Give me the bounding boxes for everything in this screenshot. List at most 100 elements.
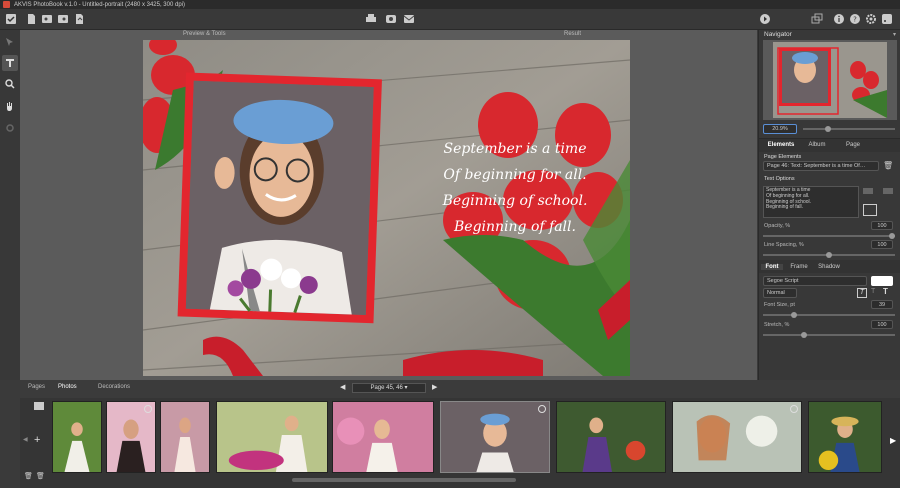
zoom-tool-icon[interactable] bbox=[2, 76, 18, 92]
open-icon[interactable] bbox=[40, 12, 54, 26]
photo-thumb-8[interactable] bbox=[672, 401, 802, 473]
photo-thumb-5[interactable] bbox=[332, 401, 434, 473]
photo-thumb-9[interactable] bbox=[808, 401, 882, 473]
selected-check-icon[interactable] bbox=[790, 405, 798, 413]
print-icon[interactable] bbox=[364, 12, 378, 26]
font-size-knob[interactable] bbox=[790, 312, 797, 318]
opacity-label: Opacity, % bbox=[764, 223, 791, 229]
tab-font[interactable]: Font bbox=[761, 264, 783, 270]
selected-check-icon[interactable] bbox=[144, 405, 152, 413]
info-icon[interactable] bbox=[832, 12, 846, 26]
italic-icon[interactable]: T bbox=[857, 288, 867, 298]
scroll-right-icon[interactable]: ▶ bbox=[890, 436, 896, 445]
save-icon[interactable] bbox=[56, 12, 70, 26]
text-options-label: Text Options bbox=[764, 176, 795, 182]
check-icon[interactable] bbox=[4, 12, 18, 26]
tab-shadow[interactable]: Shadow bbox=[815, 264, 843, 270]
underline-icon[interactable]: T bbox=[871, 288, 875, 295]
tab-result[interactable]: Result bbox=[564, 31, 581, 37]
text-tool-icon[interactable] bbox=[2, 55, 18, 71]
poem-line-1: September is a time bbox=[444, 141, 587, 157]
photo-thumb-2[interactable] bbox=[106, 401, 156, 473]
stretch-knob[interactable] bbox=[800, 332, 807, 338]
new-page-icon[interactable] bbox=[24, 12, 38, 26]
page-elements-select[interactable]: Page 46: Text: September is a time Of… bbox=[763, 161, 879, 171]
font-family-select[interactable]: Segoe Script bbox=[763, 276, 867, 286]
scroll-left-icon[interactable]: ◀ bbox=[23, 436, 28, 443]
share-icon[interactable] bbox=[402, 12, 416, 26]
collapse-icon[interactable]: ▾ bbox=[893, 31, 896, 38]
poem-line-2: Of beginning for all. bbox=[443, 167, 586, 183]
text-line-4: Beginning of fall. bbox=[766, 204, 803, 211]
select-tool-icon[interactable] bbox=[2, 34, 18, 50]
navigator-title: Navigator bbox=[764, 31, 792, 38]
opacity-value[interactable]: 100 bbox=[871, 221, 893, 230]
settings-icon[interactable] bbox=[864, 12, 878, 26]
font-size-label: Font Size, pt bbox=[764, 302, 795, 308]
opacity-knob[interactable] bbox=[889, 233, 895, 239]
window-title: AKVIS PhotoBook v.1.0 - Untitled-portrai… bbox=[14, 1, 185, 8]
page-image: September is a time Of beginning for all… bbox=[143, 40, 630, 376]
tab-album[interactable]: Album bbox=[803, 142, 831, 148]
navigator-thumbnail[interactable] bbox=[763, 40, 897, 120]
page-selector[interactable]: Page 45, 46 ▾ bbox=[352, 383, 426, 393]
layers-icon[interactable] bbox=[810, 12, 824, 26]
tab-pages[interactable]: Pages bbox=[28, 384, 45, 390]
line-spacing-slider[interactable] bbox=[763, 252, 895, 258]
tab-frame[interactable]: Frame bbox=[787, 264, 811, 270]
line-spacing-value[interactable]: 100 bbox=[871, 240, 893, 249]
strip-scrollbar[interactable] bbox=[292, 478, 516, 482]
poem-line-3: Beginning of school. bbox=[442, 193, 588, 209]
tab-elements[interactable]: Elements bbox=[765, 142, 797, 148]
font-color-swatch[interactable] bbox=[871, 276, 893, 286]
photo-thumb-7[interactable] bbox=[556, 401, 666, 473]
delete-all-icon[interactable]: 🗑 bbox=[36, 472, 45, 480]
opacity-slider[interactable] bbox=[763, 233, 895, 239]
bold-icon[interactable]: T bbox=[883, 287, 888, 296]
feed-icon[interactable] bbox=[880, 12, 894, 26]
tab-photos[interactable]: Photos bbox=[58, 384, 77, 390]
export-icon[interactable] bbox=[72, 12, 86, 26]
zoom-field[interactable]: 20.9% bbox=[763, 124, 797, 134]
photo-strip: + ◀ 🗑 🗑 ▶ bbox=[20, 398, 900, 488]
app-logo-icon bbox=[3, 1, 10, 8]
poem-line-4: Beginning of fall. bbox=[453, 219, 576, 235]
help-icon[interactable]: ? bbox=[848, 12, 862, 26]
page-selector-label: Page 45, 46 bbox=[370, 385, 403, 391]
next-page-icon[interactable]: ▶ bbox=[432, 383, 437, 391]
tab-preview-tools[interactable]: Preview & Tools bbox=[183, 31, 226, 37]
align-left-icon[interactable] bbox=[863, 188, 873, 194]
main-toolbar: ? bbox=[0, 9, 900, 30]
align-right-icon[interactable] bbox=[883, 188, 893, 194]
run-icon[interactable] bbox=[758, 12, 772, 26]
align-justify-icon[interactable] bbox=[863, 204, 877, 216]
left-toolbar bbox=[0, 30, 20, 380]
photo-thumb-3[interactable] bbox=[160, 401, 210, 473]
album-page-preview[interactable]: September is a time Of beginning for all… bbox=[143, 40, 630, 376]
preview-eye-icon[interactable] bbox=[384, 12, 398, 26]
gear-tool-icon[interactable] bbox=[2, 120, 18, 136]
font-style-select[interactable]: Normal bbox=[763, 288, 797, 298]
folder-icon[interactable] bbox=[34, 402, 44, 410]
photo-thumb-1[interactable] bbox=[52, 401, 102, 473]
tab-page[interactable]: Page bbox=[839, 142, 867, 148]
hand-tool-icon[interactable] bbox=[2, 98, 18, 114]
prev-page-icon[interactable]: ◀ bbox=[340, 383, 345, 391]
stretch-value[interactable]: 100 bbox=[871, 320, 893, 329]
add-photo-icon[interactable]: + bbox=[34, 434, 40, 446]
photo-thumb-4[interactable] bbox=[216, 401, 328, 473]
tab-decorations[interactable]: Decorations bbox=[98, 384, 130, 390]
text-edit-area[interactable]: September is a time Of beginning for all… bbox=[763, 186, 859, 218]
delete-photo-icon[interactable]: 🗑 bbox=[24, 472, 33, 480]
title-bar: AKVIS PhotoBook v.1.0 - Untitled-portrai… bbox=[0, 0, 900, 9]
font-size-value[interactable]: 39 bbox=[871, 300, 893, 309]
font-size-slider[interactable] bbox=[763, 312, 895, 318]
zoom-slider[interactable] bbox=[803, 126, 895, 132]
photo-thumb-6-current[interactable] bbox=[440, 401, 550, 473]
selected-check-icon[interactable] bbox=[538, 405, 546, 413]
delete-element-icon[interactable]: 🗑 bbox=[883, 161, 893, 170]
page-elements-label: Page Elements bbox=[764, 154, 802, 160]
bottom-tab-bar: Pages Photos Decorations ◀ Page 45, 46 ▾… bbox=[20, 380, 900, 398]
line-spacing-knob[interactable] bbox=[826, 252, 832, 258]
stretch-slider[interactable] bbox=[763, 332, 895, 338]
